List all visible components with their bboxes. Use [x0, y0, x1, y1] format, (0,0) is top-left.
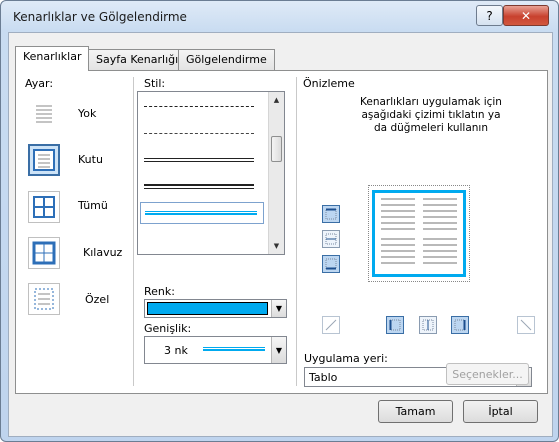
- dialog-window: Kenarlıklar ve Gölgelendirme ? ✕ Kenarlı…: [0, 0, 559, 442]
- scroll-thumb[interactable]: [271, 136, 282, 162]
- dialog-client: Kenarlıklar Sayfa Kenarlığı Gölgelendirm…: [8, 32, 553, 437]
- grid-border-icon[interactable]: [28, 237, 60, 269]
- width-value: 3 nk: [164, 344, 188, 357]
- diagonal-down-border-button[interactable]: [517, 316, 535, 334]
- setting-custom-label[interactable]: Özel: [85, 293, 109, 306]
- width-label: Genişlik:: [144, 322, 192, 335]
- tab-page-border[interactable]: Sayfa Kenarlığı: [88, 49, 187, 70]
- inside-vertical-border-button[interactable]: [419, 316, 437, 334]
- setting-label: Ayar:: [25, 77, 54, 90]
- setting-none-label[interactable]: Yok: [78, 107, 96, 120]
- separator: [133, 77, 134, 386]
- top-border-button[interactable]: [322, 205, 340, 223]
- ok-button[interactable]: Tamam: [378, 400, 453, 423]
- color-combo[interactable]: ▼: [144, 299, 287, 318]
- preview-instruction: Kenarlıkları uygulamak için aşağıdaki çi…: [360, 96, 502, 134]
- separator: [296, 77, 297, 386]
- style-scrollbar[interactable]: ▲ ▼: [268, 92, 284, 254]
- right-border-button[interactable]: [451, 316, 469, 334]
- setting-box-label[interactable]: Kutu: [78, 153, 103, 166]
- tab-borders[interactable]: Kenarlıklar: [15, 46, 90, 71]
- style-double[interactable]: [144, 158, 254, 162]
- chevron-down-icon[interactable]: ▼: [271, 300, 286, 317]
- cancel-button[interactable]: İptal: [463, 400, 538, 423]
- scroll-down-icon[interactable]: ▼: [269, 238, 284, 253]
- apply-to-value: Tablo: [309, 371, 338, 384]
- apply-to-label: Uygulama yeri:: [304, 352, 388, 365]
- preview-table[interactable]: [372, 190, 466, 277]
- none-border-icon[interactable]: [28, 97, 60, 129]
- setting-all-label[interactable]: Tümü: [78, 199, 108, 212]
- style-dash-dot[interactable]: [144, 106, 254, 107]
- diagonal-up-border-button[interactable]: [322, 316, 340, 334]
- chevron-down-icon[interactable]: ▼: [271, 337, 286, 363]
- style-thick-thin[interactable]: [144, 184, 254, 189]
- color-label: Renk:: [144, 285, 175, 298]
- custom-border-icon[interactable]: [28, 283, 60, 315]
- window-title: Kenarlıklar ve Gölgelendirme: [13, 10, 187, 24]
- tab-shading[interactable]: Gölgelendirme: [178, 49, 275, 70]
- style-label: Stil:: [144, 77, 166, 90]
- style-selected[interactable]: [140, 202, 264, 224]
- left-border-button[interactable]: [386, 316, 404, 334]
- close-button[interactable]: ✕: [503, 5, 549, 26]
- preview-label: Önizleme: [303, 77, 355, 90]
- options-button[interactable]: Seçenekler...: [446, 363, 529, 385]
- style-dash-dot-dot[interactable]: [144, 133, 254, 134]
- setting-grid-label[interactable]: Kılavuz: [83, 246, 122, 259]
- bottom-border-button[interactable]: [322, 255, 340, 273]
- all-borders-icon[interactable]: [28, 191, 60, 223]
- style-listbox[interactable]: ▲ ▼: [137, 91, 285, 255]
- width-line-sample: [203, 347, 265, 351]
- tab-panel: Ayar: Yok Kutu Tümü Kılavuz Özel Stil: ▲…: [15, 70, 548, 394]
- width-combo[interactable]: 3 nk ▼: [144, 336, 287, 364]
- help-button[interactable]: ?: [476, 5, 503, 26]
- color-swatch: [147, 302, 268, 315]
- inside-horizontal-border-button[interactable]: [322, 230, 340, 248]
- box-border-icon[interactable]: [28, 144, 60, 176]
- scroll-up-icon[interactable]: ▲: [269, 92, 284, 107]
